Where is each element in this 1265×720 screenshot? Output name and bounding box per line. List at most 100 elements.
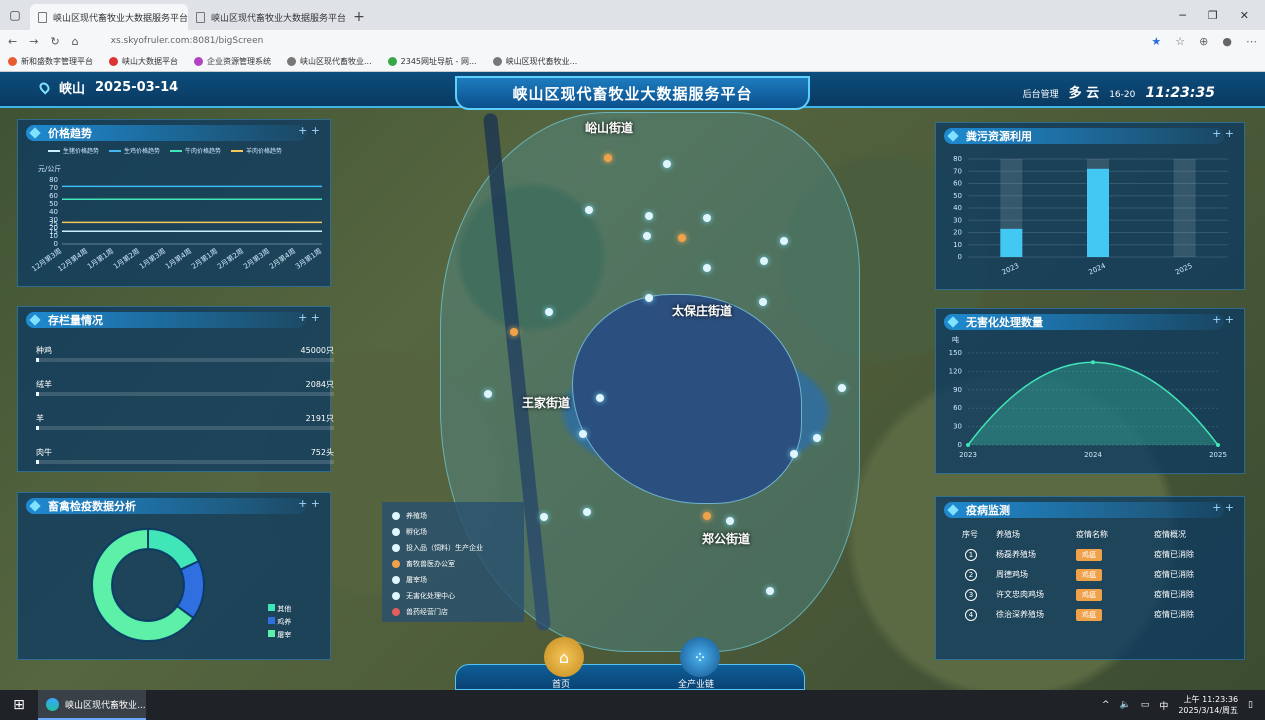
industry-chain-nav-button[interactable]: ⁘ bbox=[680, 637, 720, 677]
table-row[interactable]: 1 杨磊养殖场 鸡瘟 疫情已消除 bbox=[936, 545, 1246, 565]
windows-start-icon[interactable]: ⊞ bbox=[0, 690, 38, 720]
y-tick-label: 30 bbox=[49, 216, 58, 224]
farm-marker[interactable] bbox=[540, 513, 548, 521]
taskbar: ⊞ 峡山区现代畜牧业... ^ 🔈 ▭ 中 上午 11:23:36 2025/3… bbox=[0, 690, 1265, 720]
forward-icon[interactable]: → bbox=[29, 35, 38, 48]
map-legend-item[interactable]: 兽药经营门店 bbox=[392, 604, 514, 620]
browser-tab[interactable]: 峡山区现代畜牧业大数据服务平台 ✕ bbox=[188, 4, 346, 30]
table-row[interactable]: 4 徐治深养殖场 鸡瘟 疫情已消除 bbox=[936, 605, 1246, 625]
home-nav-button[interactable]: ⌂ bbox=[544, 637, 584, 677]
farm-marker[interactable] bbox=[759, 298, 767, 306]
farm-marker[interactable] bbox=[583, 508, 591, 516]
more-icon[interactable]: ⋯ bbox=[1246, 35, 1257, 48]
stock-value: 45000只 bbox=[300, 346, 334, 355]
close-window-icon[interactable]: ✕ bbox=[1240, 9, 1249, 22]
table-row[interactable]: 2 周德鸡场 鸡瘟 疫情已消除 bbox=[936, 565, 1246, 585]
farm-marker[interactable] bbox=[643, 232, 651, 240]
farm-marker[interactable] bbox=[585, 206, 593, 214]
farm-marker[interactable] bbox=[596, 394, 604, 402]
manure-bar-chart: 0 10 20 30 40 50 60 70 80 2023 2024 2025 bbox=[953, 155, 1228, 277]
expand-icon[interactable]: + + bbox=[298, 124, 320, 137]
collections-icon[interactable]: ⊕ bbox=[1199, 35, 1208, 48]
farm-marker[interactable] bbox=[484, 390, 492, 398]
edge-browser-icon bbox=[46, 697, 59, 711]
map-legend-item[interactable]: 屠宰场 bbox=[392, 572, 514, 588]
bookmark-item[interactable]: 峡山区现代畜牧业... bbox=[287, 56, 372, 67]
restore-icon[interactable]: ❐ bbox=[1208, 9, 1218, 22]
network-icon[interactable]: ▭ bbox=[1141, 700, 1150, 710]
farm-marker[interactable] bbox=[780, 237, 788, 245]
favorites-icon[interactable]: ☆ bbox=[1175, 35, 1185, 48]
expand-icon[interactable]: + + bbox=[298, 311, 320, 324]
legend-label: 屠宰 bbox=[277, 631, 292, 639]
home-icon[interactable]: ⌂ bbox=[72, 35, 79, 48]
admin-link[interactable]: 后台管理 bbox=[1023, 87, 1059, 100]
clinic-marker[interactable] bbox=[678, 234, 686, 242]
browser-tab-active[interactable]: 峡山区现代畜牧业大数据服务平台 ✕ bbox=[30, 4, 188, 30]
bookmark-item[interactable]: 2345网址导航 - 网... bbox=[387, 56, 477, 67]
legend-label: 兽药经营门店 bbox=[406, 608, 448, 616]
expand-icon[interactable]: + + bbox=[298, 497, 320, 510]
expand-icon[interactable]: + + bbox=[1212, 313, 1234, 326]
legend-item: 生猪价格趋势 bbox=[48, 146, 99, 155]
farm-marker[interactable] bbox=[766, 587, 774, 595]
window-controls: ─ ❐ ✕ bbox=[1179, 0, 1265, 30]
favorite-star-icon[interactable]: ★ bbox=[1151, 35, 1161, 48]
y-tick-label: 0 bbox=[958, 441, 962, 449]
legend-label: 羊肉价格趋势 bbox=[246, 148, 283, 155]
farm-marker[interactable] bbox=[726, 517, 734, 525]
new-tab-button[interactable]: + bbox=[346, 4, 372, 30]
ime-indicator[interactable]: 中 bbox=[1159, 699, 1168, 712]
farm-marker[interactable] bbox=[645, 294, 653, 302]
farm-marker[interactable] bbox=[760, 257, 768, 265]
farm-marker[interactable] bbox=[663, 160, 671, 168]
farm-marker[interactable] bbox=[813, 434, 821, 442]
bottom-nav: ⌂ 首页 ⁘ 全产业链 bbox=[455, 637, 805, 690]
clinic-marker[interactable] bbox=[604, 154, 612, 162]
pie-legend-item: 鸡养 bbox=[268, 616, 291, 629]
volume-icon[interactable]: 🔈 bbox=[1120, 700, 1131, 710]
bookmark-item[interactable]: 企业资源管理系统 bbox=[194, 56, 271, 67]
table-row[interactable]: 3 许文忠肉鸡场 鸡瘟 疫情已消除 bbox=[936, 585, 1246, 605]
map-legend-item[interactable]: 畜牧兽医办公室 bbox=[392, 556, 514, 572]
header-date: 2025-03-14 bbox=[95, 80, 179, 95]
profile-icon[interactable]: ● bbox=[1222, 35, 1232, 48]
back-icon[interactable]: ← bbox=[8, 35, 17, 48]
refresh-icon[interactable]: ↻ bbox=[50, 35, 59, 48]
pie-legend: 其他 鸡养 屠宰 bbox=[268, 603, 291, 642]
url-field[interactable]: xs.skyofruler.com:8081/bigScreen bbox=[91, 32, 1140, 50]
bookmark-item[interactable]: 峡山大数据平台 bbox=[109, 56, 178, 67]
panel-title: 存栏量情况 bbox=[26, 312, 306, 328]
data-point bbox=[966, 443, 970, 447]
tray-chevron-icon[interactable]: ^ bbox=[1102, 700, 1110, 710]
legend-label: 投入品（饲料）生产企业 bbox=[406, 544, 483, 552]
x-tick-label: 2025 bbox=[1209, 451, 1227, 459]
farm-marker[interactable] bbox=[790, 450, 798, 458]
farm-marker[interactable] bbox=[703, 264, 711, 272]
farm-marker[interactable] bbox=[838, 384, 846, 392]
map-legend-item[interactable]: 投入品（饲料）生产企业 bbox=[392, 540, 514, 556]
map-legend-item[interactable]: 无害化处理中心 bbox=[392, 588, 514, 604]
bookmark-item[interactable]: 新和盛数字管理平台 bbox=[8, 56, 93, 67]
clinic-marker[interactable] bbox=[510, 328, 518, 336]
map-legend-item[interactable]: 养殖场 bbox=[392, 508, 514, 524]
pie-legend-item: 其他 bbox=[268, 603, 291, 616]
bookmark-item[interactable]: 峡山区现代畜牧业... bbox=[492, 56, 577, 67]
dashboard: 峪山街道 太保庄街道 王家街道 郑公街道 峡山 2025-03-14 后台管理 … bbox=[0, 72, 1265, 690]
farm-marker[interactable] bbox=[703, 214, 711, 222]
clinic-marker[interactable] bbox=[703, 512, 711, 520]
notification-icon[interactable]: ▯ bbox=[1248, 700, 1253, 710]
expand-icon[interactable]: + + bbox=[1212, 501, 1234, 514]
taskbar-clock[interactable]: 上午 11:23:36 2025/3/14/周五 bbox=[1178, 694, 1238, 716]
bookmark-label: 峡山区现代畜牧业... bbox=[300, 57, 372, 66]
farm-name: 徐治深养殖场 bbox=[996, 610, 1044, 619]
farm-marker[interactable] bbox=[579, 430, 587, 438]
legend-swatch bbox=[231, 149, 244, 152]
taskbar-app-edge[interactable]: 峡山区现代畜牧业... bbox=[38, 690, 146, 720]
expand-icon[interactable]: + + bbox=[1212, 127, 1234, 140]
minimize-icon[interactable]: ─ bbox=[1179, 9, 1186, 22]
window-menu-icon[interactable]: ▢ bbox=[0, 0, 30, 30]
farm-marker[interactable] bbox=[545, 308, 553, 316]
map-legend-item[interactable]: 孵化场 bbox=[392, 524, 514, 540]
farm-marker[interactable] bbox=[645, 212, 653, 220]
